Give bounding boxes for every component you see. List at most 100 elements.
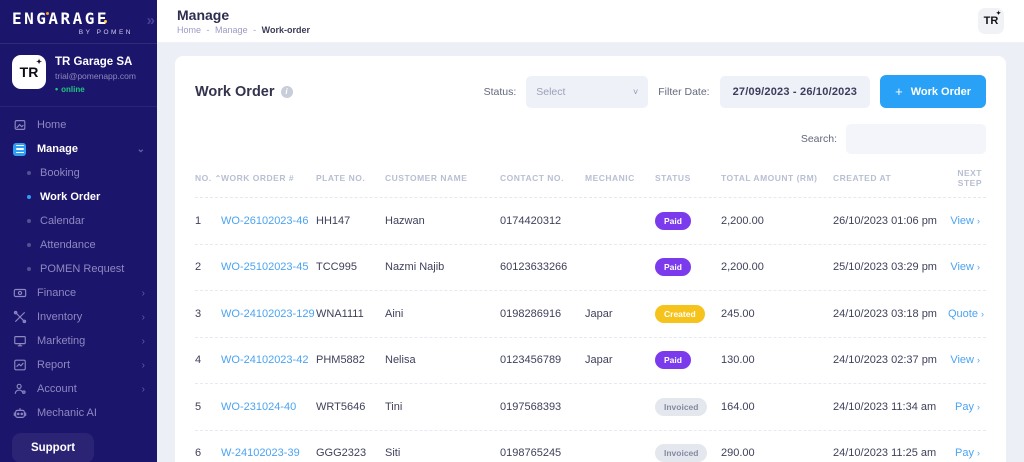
cell-mechanic: Japar [585,354,655,366]
sidebar-item-account[interactable]: Account › [0,377,157,401]
work-order-link[interactable]: WO-24102023-129 [221,308,316,320]
breadcrumb: Home - Manage - Work-order [177,25,978,35]
chevron-right-icon: › [977,402,980,412]
tools-icon [12,310,27,324]
logo-area: ENGARAGE BY POMEN » [0,0,157,44]
table-row: 2 WO-25102023-45 TCC995 Nazmi Najib 6012… [195,245,986,292]
sidebar-item-home[interactable]: Home [0,113,157,137]
table-row: 6 W-24102023-39 GGG2323 Siti 0198765245 … [195,431,986,462]
cell-no: 4 [195,354,221,366]
chevron-right-icon: › [977,355,980,365]
column-header-contact[interactable]: CONTACT NO. [500,173,585,183]
cell-no: 3 [195,308,221,320]
next-step-link[interactable]: View› [948,354,986,366]
next-step-link[interactable]: Pay› [948,401,986,413]
cell-customer: Hazwan [385,215,500,227]
status-select[interactable]: Select ˅ [526,76,648,108]
online-status: online [55,84,136,94]
sidebar-item-label: Report [37,359,132,371]
main-area: Manage Home - Manage - Work-order TR ✦ W… [157,0,1024,462]
work-order-link[interactable]: WO-26102023-46 [221,215,316,227]
next-step-link[interactable]: Pay› [948,447,986,459]
sidebar-item-label: POMEN Request [40,263,124,275]
table-header-row: NO.⌃ WORK ORDER # PLATE NO. CUSTOMER NAM… [195,168,986,198]
cell-mechanic: Japar [585,308,655,320]
next-step-link[interactable]: View› [948,261,986,273]
cell-created: 24/10/2023 11:34 am [833,401,948,413]
sidebar-item-report[interactable]: Report › [0,353,157,377]
cell-plate: TCC995 [316,261,385,273]
cell-created: 26/10/2023 01:06 pm [833,215,948,227]
status-badge: Paid [655,258,691,276]
column-header-created[interactable]: CREATED AT [833,173,948,183]
sidebar-item-marketing[interactable]: Marketing › [0,329,157,353]
sidebar-item-calendar[interactable]: Calendar [0,209,157,233]
next-step-link[interactable]: View› [948,215,986,227]
next-step-link[interactable]: Quote› [948,308,986,320]
chevron-right-icon: › [142,288,145,299]
cell-total: 290.00 [721,447,833,459]
breadcrumb-manage[interactable]: Manage [215,25,248,35]
column-header-next-step[interactable]: NEXT STEP [948,168,986,188]
work-order-link[interactable]: WO-231024-40 [221,401,316,413]
support-button[interactable]: Support [12,433,94,462]
cell-contact: 0123456789 [500,354,585,366]
user-icon [12,382,27,396]
chevron-right-icon: › [142,384,145,395]
column-header-no[interactable]: NO.⌃ [195,173,221,183]
date-range-input[interactable]: 27/09/2023 - 26/10/2023 [720,76,870,108]
bullet-icon [27,195,31,199]
garage-email: trial@pomenapp.com [55,71,136,81]
sidebar-item-booking[interactable]: Booking [0,161,157,185]
cell-contact: 0197568393 [500,401,585,413]
column-header-plate[interactable]: PLATE NO. [316,173,385,183]
search-label: Search: [801,133,837,145]
breadcrumb-separator: - [253,25,256,35]
search-row: Search: [195,124,986,154]
cell-contact: 0174420312 [500,215,585,227]
sidebar-item-manage[interactable]: Manage ⌄ [0,137,157,161]
info-icon[interactable]: i [281,86,293,98]
sidebar-item-label: Work Order [40,191,100,203]
breadcrumb-home[interactable]: Home [177,25,201,35]
work-order-link[interactable]: WO-25102023-45 [221,261,316,273]
chevron-right-icon: › [977,262,980,272]
chevron-right-icon: › [142,312,145,323]
sparkle-icon: ✦ [36,58,42,66]
status-badge: Paid [655,351,691,369]
sidebar-item-inventory[interactable]: Inventory › [0,305,157,329]
column-header-customer[interactable]: CUSTOMER NAME [385,173,500,183]
logo-accent-dot [104,20,107,23]
avatar-initials: TR [20,64,39,80]
sidebar-collapse-icon[interactable]: » [147,12,155,29]
sidebar-item-work-order[interactable]: Work Order [0,185,157,209]
cell-total: 2,200.00 [721,215,833,227]
search-input[interactable] [846,124,986,154]
column-header-total[interactable]: TOTAL AMOUNT (RM) [721,173,833,183]
cell-no: 5 [195,401,221,413]
table-row: 1 WO-26102023-46 HH147 Hazwan 0174420312… [195,198,986,245]
bullet-icon [27,171,31,175]
sidebar-item-pomen-request[interactable]: POMEN Request [0,257,157,281]
sidebar-item-label: Home [37,119,145,131]
sidebar-item-attendance[interactable]: Attendance [0,233,157,257]
sidebar-item-label: Mechanic AI [37,407,145,419]
column-header-work-order[interactable]: WORK ORDER # [221,173,316,183]
sidebar-item-label: Inventory [37,311,132,323]
sidebar-item-finance[interactable]: Finance › [0,281,157,305]
status-badge: Invoiced [655,444,707,462]
cell-no: 2 [195,261,221,273]
robot-icon [12,406,27,420]
cell-customer: Tini [385,401,500,413]
header-avatar[interactable]: TR ✦ [978,8,1004,34]
status-badge: Paid [655,212,691,230]
chevron-down-icon: ⌄ [137,144,145,155]
add-work-order-button[interactable]: + Work Order [880,75,986,108]
column-header-status[interactable]: STATUS [655,173,721,183]
cell-contact: 60123633266 [500,261,585,273]
work-order-link[interactable]: W-24102023-39 [221,447,316,459]
cell-no: 1 [195,215,221,227]
work-order-link[interactable]: WO-24102023-42 [221,354,316,366]
column-header-mechanic[interactable]: MECHANIC [585,173,655,183]
sidebar-item-mechanic-ai[interactable]: Mechanic AI [0,401,157,425]
